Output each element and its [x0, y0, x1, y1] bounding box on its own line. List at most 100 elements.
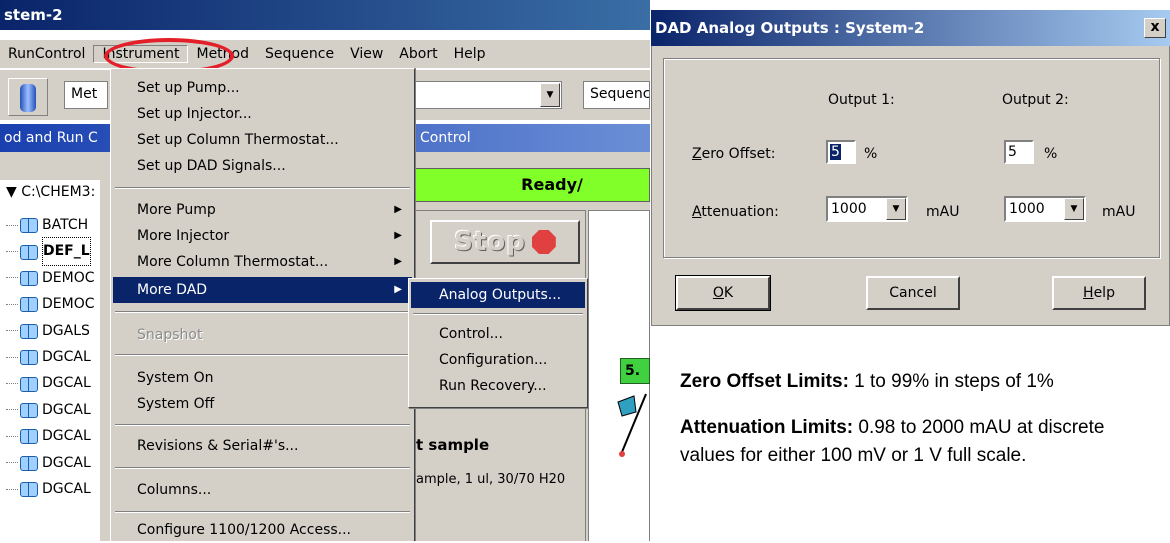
menu-item-more-column-thermostat[interactable]: More Column Thermostat... ▶ [113, 249, 412, 275]
tree-item-label: DEMOC [42, 296, 95, 313]
tree-item[interactable]: DGCAL [6, 476, 95, 502]
attenuation-mnemonic: A [692, 204, 702, 220]
app-title-bar: stem-2 [0, 0, 650, 30]
stop-label: Stop [454, 227, 526, 257]
zero-offset-label-text: ero Offset: [701, 146, 776, 162]
output1-header: Output 1: [828, 92, 895, 108]
tree-item-label: DGCAL [42, 428, 91, 445]
submenu-item-analog-outputs[interactable]: Analog Outputs... [411, 282, 585, 308]
menu-item-snapshot[interactable]: Snapshot [113, 322, 412, 348]
output1-attenuation-unit: mAU [926, 204, 960, 220]
menu-item-setup-dad-signals[interactable]: Set up DAD Signals... [113, 153, 412, 179]
section-bar-right: Control [420, 130, 471, 146]
menubar: RunControl Instrument Method Sequence Vi… [0, 40, 650, 68]
output1-attenuation-select[interactable]: 1000 ▼ [826, 196, 908, 222]
output2-attenuation-unit: mAU [1102, 204, 1136, 220]
menu-item-setup-injector[interactable]: Set up Injector... [113, 101, 412, 127]
sample-description: ample, 1 ul, 30/70 H20 [416, 472, 566, 487]
attenuation-label: Attenuation: [692, 204, 779, 220]
menu-help[interactable]: Help [446, 46, 494, 62]
cancel-button[interactable]: Cancel [866, 276, 960, 310]
menu-item-label: More Pump [137, 202, 216, 218]
method-combo[interactable]: ▼ [414, 81, 562, 109]
menu-item-setup-pump[interactable]: Set up Pump... [113, 75, 412, 101]
tree-item[interactable]: DEMOC [6, 291, 95, 317]
menu-abort[interactable]: Abort [391, 46, 445, 62]
help-label: elp [1093, 285, 1115, 301]
menu-separator [115, 424, 410, 426]
section-bar-left: od and Run C [4, 130, 98, 146]
book-icon [20, 297, 38, 313]
method-field[interactable]: Met [64, 81, 108, 109]
output2-attenuation-select[interactable]: 1000 ▼ [1004, 196, 1086, 222]
menu-item-more-pump[interactable]: More Pump ▶ [113, 197, 412, 223]
injector-needle-icon [617, 393, 647, 457]
menu-item-more-injector[interactable]: More Injector ▶ [113, 223, 412, 249]
submenu-arrow-icon: ▶ [394, 284, 402, 295]
book-icon [20, 244, 38, 260]
sample-title: t sample [416, 436, 490, 454]
submenu-item-configuration[interactable]: Configuration... [411, 347, 585, 373]
tree-item[interactable]: DGALS [6, 318, 95, 344]
tree-item[interactable]: DGCAL [6, 450, 95, 476]
attenuation-label-text: ttenuation: [701, 204, 779, 220]
chevron-down-icon[interactable]: ▼ [886, 198, 906, 220]
output2-zero-unit: % [1044, 146, 1058, 162]
tree-item-label: DGCAL [42, 480, 91, 497]
tree-item-label: DGCAL [42, 454, 91, 471]
chevron-down-icon[interactable]: ▼ [540, 83, 560, 107]
menu-separator [413, 313, 583, 315]
instrument-menu: Set up Pump... Set up Injector... Set up… [110, 68, 415, 541]
tree-item[interactable]: DGCAL [6, 397, 95, 423]
menu-item-label: More Injector [137, 228, 230, 244]
output2-zero-offset-input[interactable]: 5 [1004, 140, 1034, 164]
app-title: stem-2 [4, 6, 63, 24]
output2-header: Output 2: [1002, 92, 1069, 108]
output1-zero-offset-value: 5 [830, 144, 841, 160]
zero-offset-limits-text: 1 to 99% in steps of 1% [848, 371, 1054, 392]
tree-item[interactable]: DGCAL [6, 344, 95, 370]
tree-item[interactable]: DEMOC [6, 265, 95, 291]
tree-item[interactable]: DGCAL [6, 423, 95, 449]
menu-view[interactable]: View [342, 46, 391, 62]
ok-button[interactable]: OK [675, 275, 771, 311]
submenu-arrow-icon: ▶ [394, 204, 402, 215]
tree-item-label: DEMOC [42, 269, 95, 286]
help-button[interactable]: Help [1052, 276, 1146, 310]
output1-zero-offset-input[interactable]: 5 [826, 140, 856, 164]
chevron-down-icon[interactable]: ▼ [1064, 198, 1084, 220]
ok-mnemonic: O [712, 285, 724, 301]
output1-zero-unit: % [864, 146, 878, 162]
submenu-item-run-recovery[interactable]: Run Recovery... [411, 373, 585, 399]
zero-offset-limits-note: Zero Offset Limits: 1 to 99% in steps of… [680, 368, 1160, 396]
tree-item[interactable]: BATCH [6, 212, 95, 238]
menu-item-columns[interactable]: Columns... [113, 477, 412, 503]
attenuation-limits-heading: Attenuation Limits: [680, 417, 854, 438]
help-mnemonic: H [1083, 285, 1094, 301]
sequence-field[interactable]: Sequenc [583, 81, 650, 109]
menu-separator [115, 311, 410, 313]
stop-button[interactable]: Stop [430, 220, 580, 264]
menu-item-configure-access[interactable]: Configure 1100/1200 Access... [113, 517, 412, 543]
tree-root[interactable]: ▼ C:\CHEM3: [6, 184, 95, 200]
close-icon[interactable]: x [1144, 18, 1166, 38]
output2-attenuation-value: 1000 [1009, 201, 1045, 217]
menu-item-setup-column-thermostat[interactable]: Set up Column Thermostat... [113, 127, 412, 153]
tree-item-label: DGALS [42, 322, 90, 339]
tree-item[interactable]: DGCAL [6, 370, 95, 396]
menu-item-more-dad[interactable]: More DAD ▶ [113, 277, 412, 303]
menu-item-system-on[interactable]: System On [113, 365, 412, 391]
menu-runcontrol[interactable]: RunControl [0, 46, 93, 62]
submenu-item-control[interactable]: Control... [411, 321, 585, 347]
menu-sequence[interactable]: Sequence [257, 46, 342, 62]
menu-item-system-off[interactable]: System Off [113, 391, 412, 417]
zero-offset-label: Zero Offset: [692, 146, 775, 162]
menu-separator [115, 511, 410, 513]
tree-item-label: DGCAL [42, 348, 91, 365]
zero-offset-limits-heading: Zero Offset Limits: [680, 371, 849, 392]
tree-item[interactable]: DEF_L [6, 237, 95, 266]
menu-item-revisions[interactable]: Revisions & Serial#'s... [113, 433, 412, 459]
book-icon [20, 270, 38, 286]
book-icon [20, 429, 38, 445]
menu-separator [115, 467, 410, 469]
